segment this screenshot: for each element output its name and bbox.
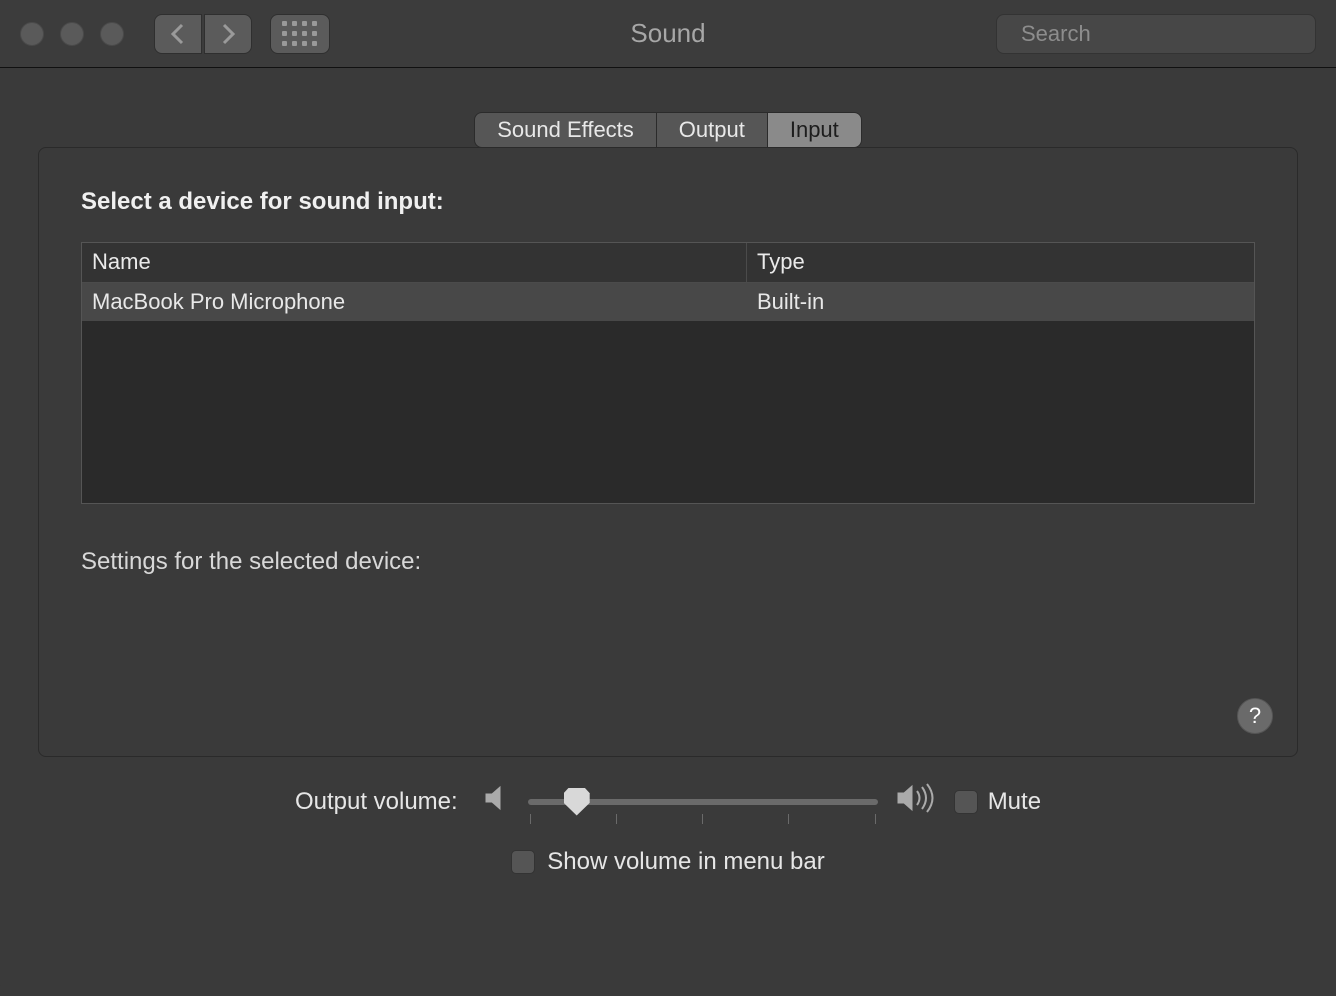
column-header-name[interactable]: Name xyxy=(82,243,747,282)
chevron-left-icon xyxy=(170,23,186,45)
slider-thumb[interactable] xyxy=(564,788,590,816)
input-device-table: Name Type MacBook Pro Microphone Built-i… xyxy=(81,242,1255,504)
output-volume-slider[interactable] xyxy=(528,790,878,814)
mute-group: Mute xyxy=(954,788,1041,816)
output-volume-row: Output volume: Mute xyxy=(76,783,1260,820)
column-header-type[interactable]: Type xyxy=(747,243,1254,282)
forward-button[interactable] xyxy=(204,14,252,54)
titlebar: Sound xyxy=(0,0,1336,68)
close-window-button[interactable] xyxy=(20,22,44,46)
device-type-cell: Built-in xyxy=(747,285,1254,319)
table-row[interactable]: MacBook Pro Microphone Built-in xyxy=(82,283,1254,321)
content-area: Sound Effects Output Input Select a devi… xyxy=(0,68,1336,876)
slider-ticks xyxy=(528,814,878,824)
output-volume-label: Output volume: xyxy=(295,788,458,816)
search-input[interactable] xyxy=(1021,21,1309,47)
zoom-window-button[interactable] xyxy=(100,22,124,46)
select-device-label: Select a device for sound input: xyxy=(81,188,1255,216)
help-button[interactable]: ? xyxy=(1237,698,1273,734)
tab-bar: Sound Effects Output Input xyxy=(38,112,1298,148)
sound-preferences-window: Sound Sound Effects Output Input Select … xyxy=(0,0,1336,996)
device-table-header: Name Type xyxy=(82,243,1254,283)
grid-icon xyxy=(282,21,318,47)
back-button[interactable] xyxy=(154,14,202,54)
search-field-wrap[interactable] xyxy=(996,14,1316,54)
show-volume-menubar-label: Show volume in menu bar xyxy=(547,848,824,876)
minimize-window-button[interactable] xyxy=(60,22,84,46)
input-panel: Select a device for sound input: Name Ty… xyxy=(38,147,1298,757)
mute-label: Mute xyxy=(988,788,1041,816)
tab-output[interactable]: Output xyxy=(656,112,767,148)
nav-buttons xyxy=(154,14,252,54)
settings-for-device-label: Settings for the selected device: xyxy=(81,548,1255,576)
chevron-right-icon xyxy=(220,23,236,45)
window-controls xyxy=(20,22,124,46)
device-table-body: MacBook Pro Microphone Built-in xyxy=(82,283,1254,503)
speaker-loud-icon xyxy=(896,783,936,820)
device-name-cell: MacBook Pro Microphone xyxy=(82,285,747,319)
footer-controls: Output volume: Mute xyxy=(38,783,1298,876)
show-volume-menubar-checkbox[interactable] xyxy=(511,850,535,874)
mute-checkbox[interactable] xyxy=(954,790,978,814)
tab-input[interactable]: Input xyxy=(767,112,862,148)
tab-sound-effects[interactable]: Sound Effects xyxy=(474,112,656,148)
show-volume-menubar-row: Show volume in menu bar xyxy=(76,848,1260,876)
show-all-button[interactable] xyxy=(270,14,330,54)
speaker-muted-icon xyxy=(482,784,510,819)
